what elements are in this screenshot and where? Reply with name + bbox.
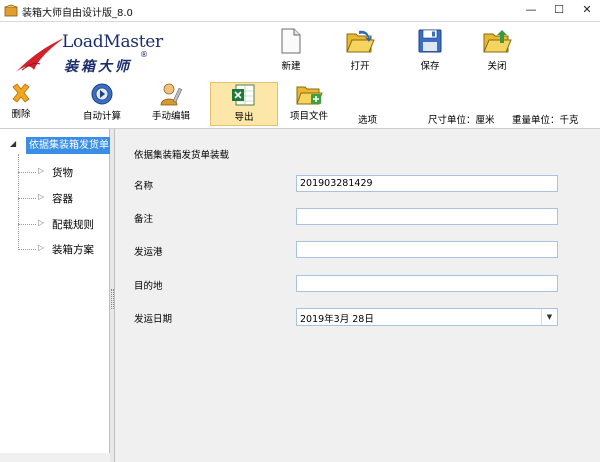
form-panel: 依据集装箱发货单装载 名称 备注 发运港 目的地 发运日期 2019年3月 28… — [116, 129, 600, 462]
weight-unit-label: 重量单位：千克 — [512, 115, 579, 126]
auto-calc-button[interactable]: 自动计算 — [76, 82, 128, 126]
open-folder-icon — [346, 30, 375, 53]
port-of-shipment-label: 发运港 — [134, 247, 163, 258]
tree-item-label: 装箱方案 — [52, 244, 94, 256]
save-button[interactable]: 保存 — [405, 28, 455, 72]
tree-item-loading-rules[interactable]: ▷ 配载规则 — [18, 215, 110, 233]
tree-root-node[interactable]: ◢ 依据集装箱发货单 — [8, 137, 110, 154]
destination-label: 目的地 — [134, 281, 163, 292]
logo-registered-mark: ® — [140, 50, 148, 59]
project-file-button-label: 项目文件 — [289, 111, 328, 122]
expand-arrow-icon[interactable]: ▷ — [38, 218, 44, 227]
project-folder-icon — [296, 86, 323, 105]
save-button-label: 保存 — [420, 61, 440, 72]
options-tab[interactable]: 选项 — [358, 112, 377, 126]
close-button[interactable]: 关闭 — [472, 28, 522, 72]
title-bar: 装箱大师自由设计版_8.0 — ☐ ✕ — [0, 0, 600, 22]
size-unit-label: 尺寸单位：厘米 — [428, 115, 495, 126]
expand-arrow-icon[interactable]: ▷ — [38, 192, 44, 201]
expand-arrow-icon[interactable]: ▷ — [38, 243, 44, 252]
tree-item-label: 货物 — [52, 167, 73, 179]
remark-input[interactable] — [296, 208, 558, 225]
splitter-grip-icon[interactable] — [111, 289, 114, 309]
manual-edit-button-label: 手动编辑 — [151, 111, 190, 122]
dropdown-arrow-icon[interactable]: ▼ — [541, 309, 557, 325]
port-of-shipment-input[interactable] — [296, 241, 558, 258]
new-button[interactable]: 新建 — [266, 28, 316, 72]
open-button-label: 打开 — [350, 61, 370, 72]
collapse-caret-icon[interactable]: ◢ — [10, 139, 16, 148]
close-window-button[interactable]: ✕ — [572, 0, 600, 22]
logo-text-cn: 装箱大师 — [64, 59, 132, 75]
form-title: 依据集装箱发货单装载 — [134, 150, 230, 161]
delete-button[interactable]: 删除 — [4, 82, 38, 126]
auto-calc-button-label: 自动计算 — [82, 111, 121, 122]
tree-root-label: 依据集装箱发货单 — [26, 137, 110, 154]
name-input[interactable] — [296, 175, 558, 192]
expand-arrow-icon[interactable]: ▷ — [38, 166, 44, 175]
new-button-label: 新建 — [281, 61, 301, 72]
ship-date-value: 2019年3月 28日 — [300, 314, 374, 325]
navigation-tree: ◢ 依据集装箱发货单 ▷ 货物 ▷ 容器 ▷ 配载规则 ▷ 装箱方案 — [0, 129, 110, 462]
ribbon-toolbar: LoadMaster ® 装箱大师 新建 打开 保存 关闭 删除 自动计算 手动… — [0, 22, 600, 127]
delete-button-label: 删除 — [11, 109, 31, 120]
export-button[interactable]: 导出 — [210, 82, 278, 126]
window-title: 装箱大师自由设计版_8.0 — [22, 8, 133, 19]
open-button[interactable]: 打开 — [335, 28, 385, 72]
new-file-icon — [281, 28, 301, 54]
remark-label: 备注 — [134, 214, 154, 225]
tree-item-cargo[interactable]: ▷ 货物 — [18, 163, 110, 181]
project-file-button[interactable]: 项目文件 — [282, 82, 336, 126]
name-label: 名称 — [134, 181, 154, 192]
tree-item-packing-plan[interactable]: ▷ 装箱方案 — [18, 240, 110, 258]
close-button-label: 关闭 — [487, 61, 507, 72]
workspace: ◢ 依据集装箱发货单 ▷ 货物 ▷ 容器 ▷ 配载规则 ▷ 装箱方案 依据集装箱 — [0, 128, 600, 462]
destination-input[interactable] — [296, 275, 558, 292]
logo-text-en: LoadMaster — [62, 32, 163, 52]
ship-date-picker[interactable]: 2019年3月 28日 ▼ — [296, 308, 558, 326]
loadmaster-logo: LoadMaster ® 装箱大师 — [12, 28, 163, 76]
tree-item-label: 配载规则 — [52, 219, 94, 231]
ship-date-label: 发运日期 — [134, 314, 173, 325]
tree-horizontal-scrollbar[interactable] — [0, 453, 110, 462]
export-excel-icon — [232, 84, 255, 106]
close-folder-icon — [483, 30, 512, 53]
save-disk-icon — [418, 29, 442, 53]
app-icon — [4, 4, 18, 17]
panel-splitter[interactable] — [110, 129, 115, 462]
export-button-label: 导出 — [234, 112, 254, 123]
manual-edit-icon — [160, 83, 183, 106]
delete-x-icon — [12, 83, 30, 103]
tree-item-container[interactable]: ▷ 容器 — [18, 189, 110, 207]
minimize-button[interactable]: — — [516, 0, 546, 22]
maximize-button[interactable]: ☐ — [544, 0, 574, 22]
auto-calc-icon — [91, 83, 113, 105]
manual-edit-button[interactable]: 手动编辑 — [145, 82, 197, 126]
tree-item-label: 容器 — [52, 193, 73, 205]
